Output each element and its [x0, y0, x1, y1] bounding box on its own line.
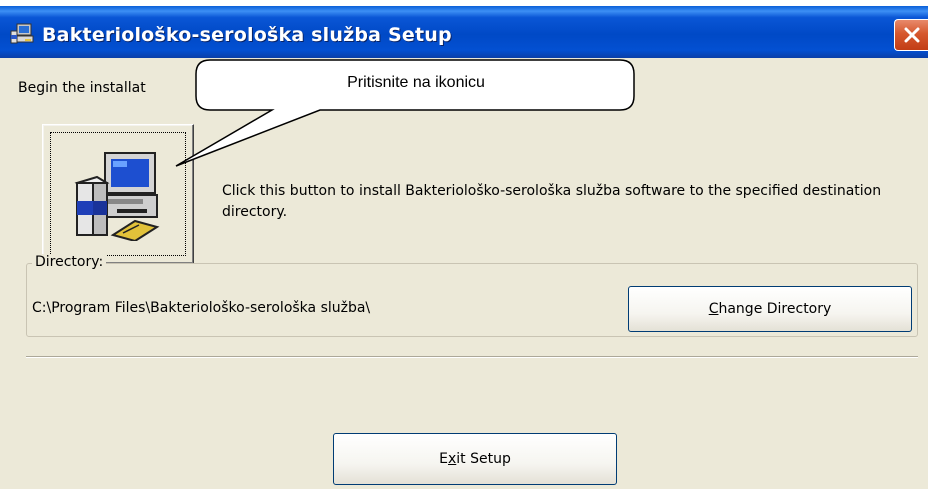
directory-path: C:\Program Files\Bakteriološko-serološka…: [32, 300, 371, 316]
dialog-body: Begin the installat Click this button to…: [0, 58, 928, 489]
change-directory-button[interactable]: Change Directory: [628, 286, 912, 332]
computer-install-icon: [74, 152, 160, 241]
exit-label-start: E: [439, 451, 448, 467]
setup-computer-icon: [10, 23, 36, 45]
window-title: Bakteriološko-serološka služba Setup: [42, 24, 452, 46]
close-button[interactable]: [894, 19, 928, 51]
close-icon: [904, 27, 920, 43]
exit-setup-button[interactable]: Exit Setup: [333, 433, 617, 485]
change-label: hange Directory: [718, 301, 832, 317]
install-description: Click this button to install Bakteriološ…: [222, 183, 882, 220]
begin-instruction: Begin the installat: [18, 80, 146, 96]
install-button[interactable]: [42, 124, 194, 264]
directory-label: Directory:: [32, 254, 107, 270]
title-bar[interactable]: Bakteriološko-serološka služba Setup: [0, 6, 928, 58]
setup-window: Bakteriološko-serološka služba Setup Beg…: [0, 6, 928, 489]
callout-text: Pritisnite na ikonicu: [347, 74, 485, 91]
separator: [26, 356, 918, 358]
exit-label-end: it Setup: [456, 451, 511, 467]
